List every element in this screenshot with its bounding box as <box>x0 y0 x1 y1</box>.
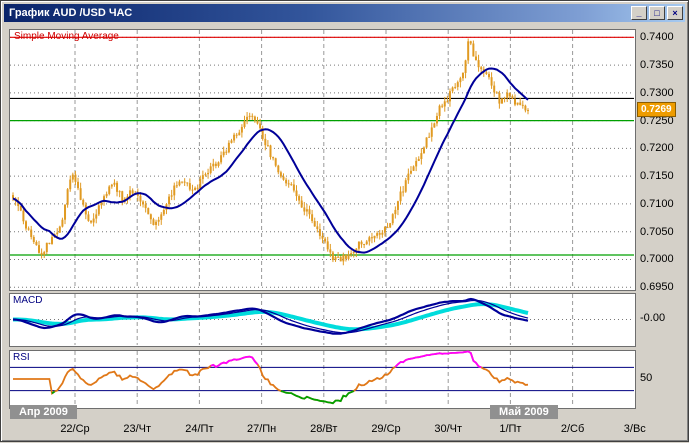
maximize-icon[interactable]: □ <box>649 6 665 20</box>
macd-value-label: -0.00 <box>640 312 665 324</box>
rsi-panel-label: RSI <box>13 352 30 363</box>
window-controls: _ □ × <box>631 6 683 20</box>
chart-canvas[interactable] <box>1 1 689 443</box>
chart-window: График AUD /USD ЧАС _ □ × Simple Moving … <box>0 0 689 442</box>
month-badge-april: Апр 2009 <box>10 405 77 419</box>
window-title: График AUD /USD ЧАС <box>9 7 132 19</box>
minimize-icon[interactable]: _ <box>631 6 647 20</box>
macd-panel-label: MACD <box>13 295 42 306</box>
sma-overlay-label: Simple Moving Average <box>14 31 119 42</box>
month-badge-may: Май 2009 <box>490 405 558 419</box>
current-price-badge: 0.7269 <box>637 102 676 117</box>
close-icon[interactable]: × <box>667 6 683 20</box>
rsi-value-label: 50 <box>640 372 652 384</box>
title-bar[interactable]: График AUD /USD ЧАС _ □ × <box>4 4 685 22</box>
